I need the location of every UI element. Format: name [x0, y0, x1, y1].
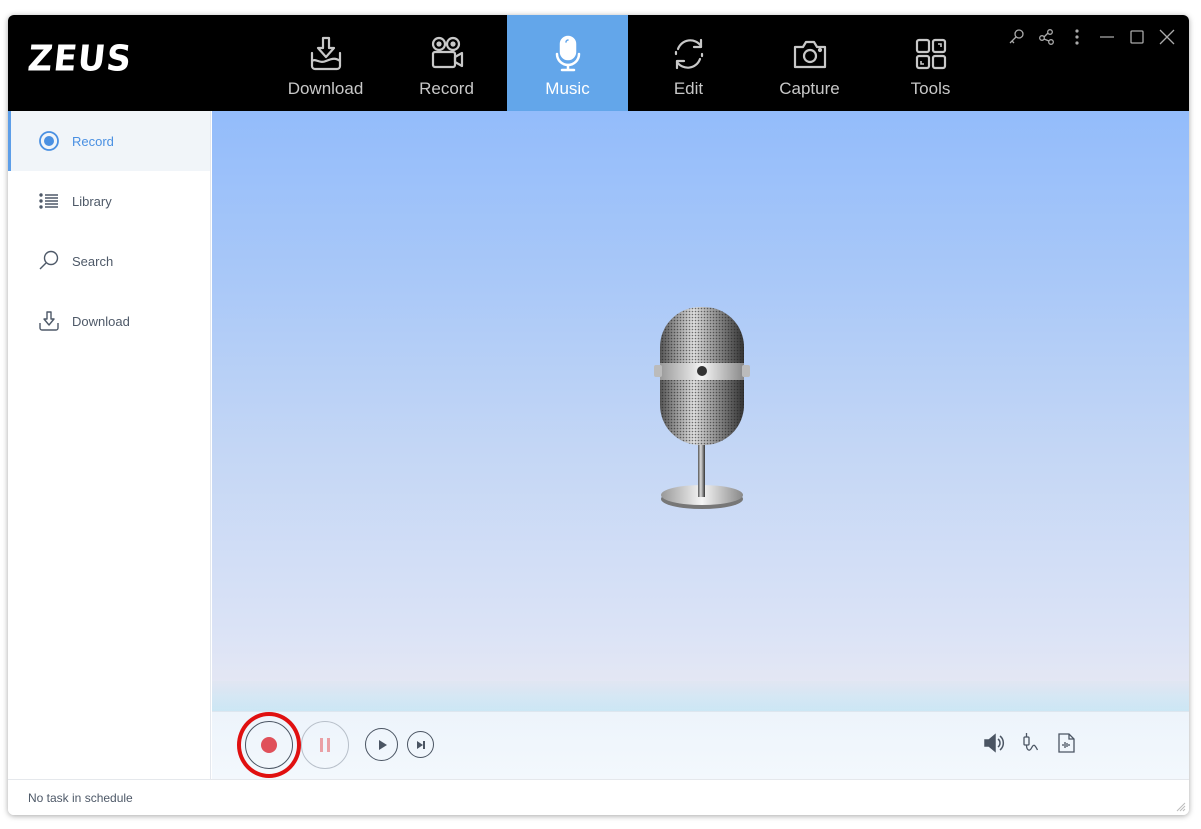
title-bar: ZEUS Download Record Music Edit Capture … — [8, 15, 1189, 111]
audio-source-icon[interactable] — [1019, 732, 1041, 754]
sidebar-item-download[interactable]: Download — [8, 291, 210, 351]
share-button[interactable] — [1037, 27, 1057, 47]
nav-edit[interactable]: Edit — [628, 15, 749, 111]
microphone-illustration — [654, 307, 750, 509]
main-nav: Download Record Music Edit Capture Tools — [265, 15, 991, 111]
sidebar-item-record[interactable]: Record — [8, 111, 210, 171]
nav-record[interactable]: Record — [386, 15, 507, 111]
camera-icon — [793, 40, 826, 69]
app-logo: ZEUS — [25, 38, 135, 80]
minimize-button[interactable] — [1097, 27, 1117, 47]
close-icon — [1159, 29, 1175, 45]
pause-button[interactable] — [301, 721, 349, 769]
key-icon — [1009, 29, 1024, 44]
key-button[interactable] — [1007, 27, 1027, 47]
resize-grip-icon[interactable] — [1176, 802, 1186, 812]
maximize-icon — [1130, 30, 1144, 44]
sidebar: Record Library Search Download — [8, 111, 211, 779]
download-tray-icon — [310, 36, 341, 71]
nav-music[interactable]: Music — [507, 15, 628, 111]
window-controls — [1007, 27, 1177, 47]
sidebar-item-label: Library — [72, 193, 112, 209]
maximize-button[interactable] — [1127, 27, 1147, 47]
play-button[interactable] — [365, 728, 398, 761]
share-icon — [1039, 29, 1054, 45]
sidebar-item-label: Search — [72, 253, 114, 269]
microphone-icon — [555, 35, 580, 72]
skip-next-icon — [416, 740, 425, 749]
nav-tools[interactable]: Tools — [870, 15, 991, 111]
list-icon — [38, 190, 60, 212]
close-button[interactable] — [1157, 27, 1177, 47]
play-icon — [378, 739, 387, 750]
search-icon — [38, 250, 60, 272]
record-dot-icon — [261, 737, 277, 753]
nav-download[interactable]: Download — [265, 15, 386, 111]
music-record-panel — [212, 111, 1189, 779]
more-button[interactable] — [1067, 27, 1087, 47]
minimize-icon — [1100, 36, 1114, 38]
more-vertical-icon — [1075, 29, 1079, 45]
download-icon — [38, 310, 60, 332]
next-button[interactable] — [407, 731, 434, 758]
app-window: ZEUS Download Record Music Edit Capture … — [8, 15, 1189, 815]
nav-capture[interactable]: Capture — [749, 15, 870, 111]
status-bar: No task in schedule — [8, 779, 1189, 815]
sidebar-item-library[interactable]: Library — [8, 171, 210, 231]
tools-grid-icon — [915, 38, 946, 70]
volume-icon[interactable] — [983, 732, 1005, 754]
player-controls — [212, 711, 1189, 779]
schedule-status: No task in schedule — [28, 791, 133, 805]
radio-record-icon — [38, 130, 60, 152]
audio-file-icon[interactable] — [1055, 732, 1077, 754]
video-camera-icon — [431, 36, 463, 69]
horizon-band — [212, 681, 1189, 711]
sidebar-item-search[interactable]: Search — [8, 231, 210, 291]
sidebar-item-label: Download — [72, 313, 130, 329]
pause-icon — [320, 738, 323, 752]
record-button[interactable] — [245, 721, 293, 769]
refresh-cycle-icon — [674, 38, 703, 70]
sidebar-item-label: Record — [72, 133, 114, 149]
player-tools — [983, 732, 1077, 754]
